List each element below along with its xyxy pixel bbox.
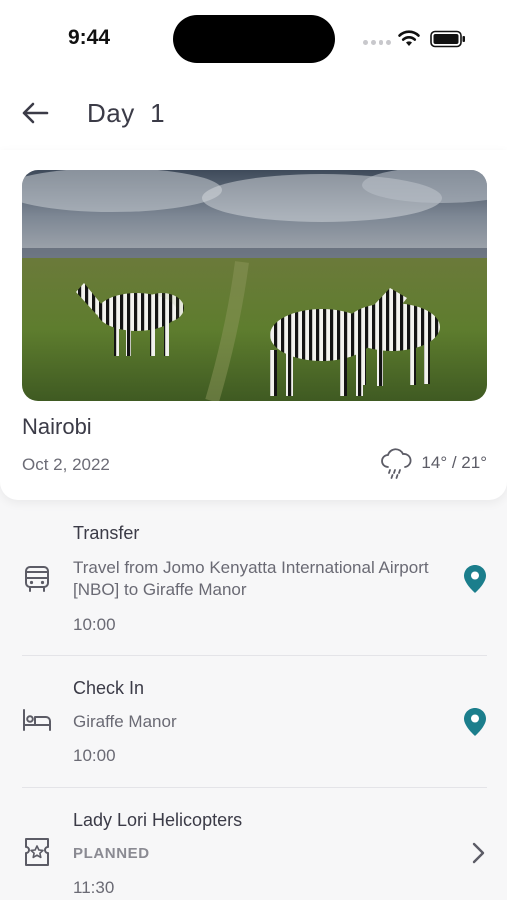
destination-photo <box>22 170 487 401</box>
status-time: 9:44 <box>68 26 111 49</box>
status-badge: PLANNED <box>73 845 150 862</box>
itinerary-item-activity[interactable]: Lady Lori Helicopters PLANNED 11:30 <box>22 808 487 900</box>
chevron-right-icon[interactable] <box>469 841 487 865</box>
rain-cloud-icon <box>381 448 412 479</box>
item-title: Check In <box>73 678 145 698</box>
weather-summary: 14° / 21° <box>379 446 487 480</box>
wifi-icon <box>398 30 420 46</box>
itinerary-item-check-in[interactable]: Check In Giraffe Manor 10:00 <box>22 675 487 775</box>
arrow-left-icon <box>22 102 49 124</box>
trip-date: Oct 2, 2022 <box>22 455 110 474</box>
page-title: Day 1 <box>87 98 166 128</box>
status-bar: 9:44 <box>0 0 507 76</box>
item-time: 10:00 <box>73 615 116 634</box>
destination-card[interactable]: Nairobi Oct 2, 2022 14° / 21° <box>0 150 507 500</box>
ticket-star-icon <box>25 838 49 866</box>
dynamic-island <box>173 15 335 63</box>
item-description: Travel from Jomo Kenyatta International … <box>73 558 429 599</box>
cellular-signal-icon <box>363 40 391 46</box>
city-name: Nairobi <box>22 414 92 439</box>
map-pin-icon[interactable] <box>463 707 487 737</box>
item-time: 10:00 <box>73 746 116 765</box>
itinerary-item-transfer[interactable]: Transfer Travel from Jomo Kenyatta Inter… <box>22 520 487 640</box>
item-title: Lady Lori Helicopters <box>73 810 243 830</box>
item-description: Giraffe Manor <box>73 712 177 731</box>
battery-icon <box>430 30 465 48</box>
bus-icon <box>25 566 49 592</box>
map-pin-icon[interactable] <box>463 564 487 594</box>
item-time: 11:30 <box>73 878 115 897</box>
back-button[interactable] <box>18 96 52 130</box>
temperature-range: 14° / 21° <box>421 453 487 472</box>
item-title: Transfer <box>73 523 140 543</box>
divider <box>22 787 487 788</box>
header: Day 1 <box>0 76 507 152</box>
bed-icon <box>23 709 51 731</box>
divider <box>22 655 487 656</box>
